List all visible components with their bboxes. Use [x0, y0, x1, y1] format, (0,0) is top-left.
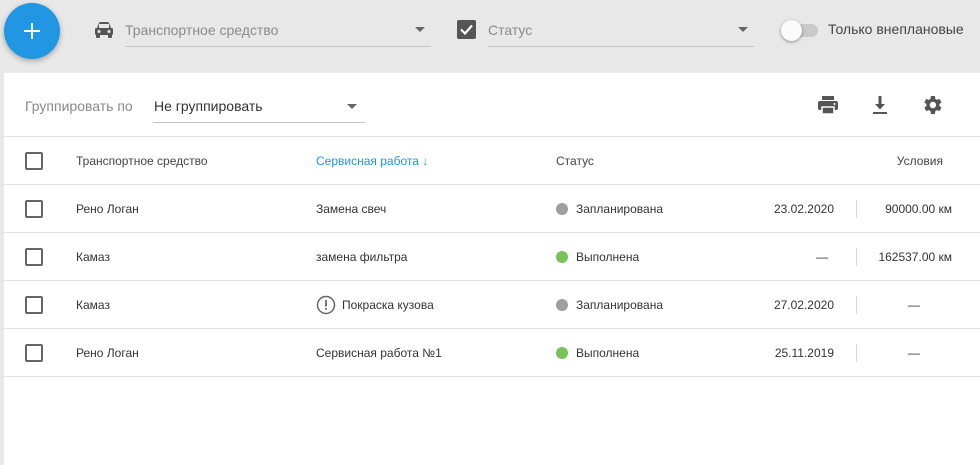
column-divider — [856, 199, 857, 218]
plus-icon — [24, 23, 40, 39]
only-unplanned-toggle[interactable] — [781, 20, 819, 41]
service-works-card: Группировать по Не группировать Транспор… — [4, 73, 980, 465]
vehicle-filter-placeholder: Транспортное средство — [125, 22, 279, 38]
column-divider — [856, 247, 857, 266]
warning-icon — [316, 295, 336, 314]
status-filter[interactable]: Статус — [488, 14, 754, 47]
toggle-knob — [781, 20, 802, 41]
download-icon[interactable] — [868, 93, 892, 117]
row-service-text: Сервисная работа №1 — [316, 345, 442, 360]
header-service-sorted[interactable]: Сервисная работа ↓ — [316, 154, 428, 168]
row-status: Выполнена — [556, 250, 639, 264]
row-service-text: замена фильтра — [316, 249, 408, 264]
row-status: Запланирована — [556, 202, 663, 216]
header-conditions[interactable]: Условия — [897, 154, 943, 168]
row-service: Сервисная работа №1 — [316, 346, 442, 360]
column-divider — [856, 295, 857, 314]
row-condition: — — [908, 297, 920, 312]
status-dot — [556, 250, 568, 263]
row-vehicle: Рено Логан — [76, 201, 139, 216]
group-by-select[interactable]: Не группировать — [153, 91, 365, 123]
table-row[interactable]: Камаз замена фильтра Выполнена — 162537.… — [4, 233, 980, 281]
column-divider — [856, 343, 857, 362]
status-checkbox[interactable] — [457, 20, 476, 39]
row-checkbox[interactable] — [25, 199, 43, 218]
status-dot — [556, 298, 568, 311]
only-unplanned-label: Только внеплановые — [828, 21, 964, 37]
row-status: Выполнена — [556, 346, 639, 360]
row-status-text: Запланирована — [576, 297, 663, 312]
table-row[interactable]: Камаз Покраска кузова Запланирована 27.0… — [4, 281, 980, 329]
group-by-label: Группировать по — [25, 98, 133, 114]
car-icon — [95, 22, 113, 38]
row-service: замена фильтра — [316, 250, 407, 264]
print-icon[interactable] — [816, 93, 840, 117]
row-date: — — [816, 249, 828, 264]
row-vehicle: Рено Логан — [76, 345, 139, 360]
row-status: Запланирована — [556, 298, 663, 312]
header-status[interactable]: Статус — [556, 154, 594, 168]
chevron-down-icon — [415, 27, 425, 32]
table-header: Транспортное средство Сервисная работа ↓… — [4, 137, 980, 185]
row-checkbox[interactable] — [25, 247, 43, 266]
select-all-checkbox[interactable] — [25, 151, 43, 170]
row-vehicle: Камаз — [76, 297, 110, 312]
row-service-text: Замена свеч — [316, 201, 387, 216]
row-condition: 162537.00 км — [878, 249, 952, 264]
vehicle-filter[interactable]: Транспортное средство — [125, 14, 431, 47]
status-dot — [556, 346, 568, 359]
row-checkbox[interactable] — [25, 295, 43, 314]
row-status-text: Выполнена — [576, 249, 640, 264]
row-status-text: Запланирована — [576, 201, 663, 216]
row-date: 27.02.2020 — [773, 297, 834, 312]
add-button[interactable] — [4, 3, 60, 59]
row-date: 25.11.2019 — [774, 345, 834, 360]
status-dot — [556, 202, 568, 215]
table-body: Рено Логан Замена свеч Запланирована 23.… — [4, 185, 980, 377]
header-vehicle[interactable]: Транспортное средство — [76, 154, 208, 168]
table-row[interactable]: Рено Логан Сервисная работа №1 Выполнена… — [4, 329, 980, 377]
check-icon — [460, 24, 473, 36]
row-date: 23.02.2020 — [773, 201, 834, 216]
chevron-down-icon — [347, 104, 357, 109]
row-vehicle: Камаз — [76, 249, 110, 264]
row-condition: — — [908, 345, 920, 360]
row-service: Замена свеч — [316, 202, 386, 216]
row-service-text: Покраска кузова — [342, 297, 434, 312]
table-row[interactable]: Рено Логан Замена свеч Запланирована 23.… — [4, 185, 980, 233]
chevron-down-icon — [738, 27, 748, 32]
status-filter-placeholder: Статус — [488, 22, 533, 38]
table-toolbar: Группировать по Не группировать — [4, 73, 980, 137]
row-service: Покраска кузова — [316, 295, 434, 315]
row-checkbox[interactable] — [25, 343, 43, 362]
gear-icon[interactable] — [920, 93, 944, 117]
row-condition: 90000.00 км — [885, 201, 952, 216]
row-status-text: Выполнена — [576, 345, 640, 360]
group-by-value: Не группировать — [154, 98, 263, 114]
